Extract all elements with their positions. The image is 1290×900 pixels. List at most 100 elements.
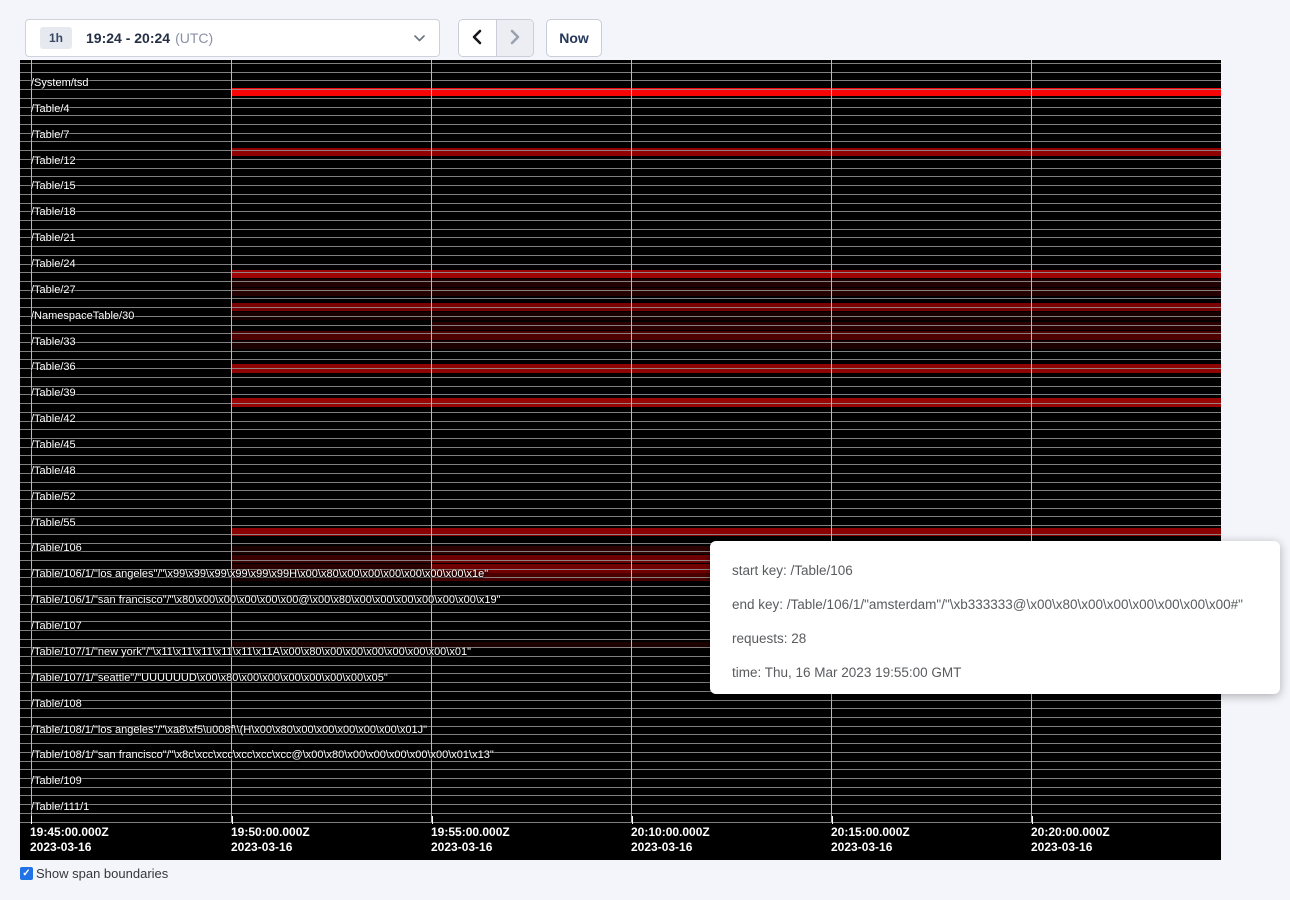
time-bucket-line <box>631 60 632 822</box>
chevron-down-icon <box>414 35 425 42</box>
heat-band <box>231 555 431 563</box>
time-bucket-line <box>231 60 232 822</box>
span-boundary-label: /Table/27 <box>31 284 76 296</box>
time-bucket-line <box>831 60 832 822</box>
span-boundary-line <box>20 194 1221 195</box>
tooltip-requests: requests: 28 <box>732 622 1258 656</box>
x-axis-tick: 19:45:00.000Z2023-03-16 <box>30 825 109 855</box>
span-boundary-line <box>20 359 1221 360</box>
span-boundary-label: /Table/42 <box>31 413 76 425</box>
span-boundary-line <box>20 464 1221 465</box>
show-span-boundaries-toggle: ✓ Show span boundaries <box>20 866 168 881</box>
span-boundary-line <box>20 421 1221 422</box>
span-boundary-line <box>20 473 1221 474</box>
span-boundary-line <box>20 133 1221 134</box>
span-boundary-label: /Table/107/1/"seattle"/"UUUUUUD\x00\x80\… <box>31 672 388 684</box>
span-boundary-line <box>20 787 1221 788</box>
span-boundary-label: /Table/4 <box>31 103 70 115</box>
span-boundary-line <box>20 534 1221 535</box>
span-boundary-line <box>20 804 1221 805</box>
time-range-selector[interactable]: 1h 19:24 - 20:24 (UTC) <box>25 19 440 57</box>
x-axis-tick-mark <box>432 816 433 824</box>
span-boundary-label: /Table/108/1/"los angeles"/"\xa8\xf5\u00… <box>31 724 427 736</box>
span-boundary-line <box>20 499 1221 500</box>
span-boundary-label: /Table/15 <box>31 180 76 192</box>
next-time-button[interactable] <box>497 20 534 56</box>
span-boundary-line <box>20 717 1221 718</box>
span-boundary-line <box>20 229 1221 230</box>
span-boundary-label: /Table/106/1/"los angeles"/"\x99\x99\x99… <box>31 568 488 580</box>
heat-band <box>431 322 1221 330</box>
span-boundary-label: /Table/106 <box>31 542 82 554</box>
span-boundary-line <box>20 63 1221 64</box>
span-boundary-line <box>20 237 1221 238</box>
span-boundary-label: /Table/107/1/"new york"/"\x11\x11\x11\x1… <box>31 646 471 658</box>
tooltip: start key: /Table/106 end key: /Table/10… <box>710 541 1280 694</box>
span-boundary-line <box>20 220 1221 221</box>
range-timezone: (UTC) <box>175 30 213 46</box>
span-boundary-label: /Table/18 <box>31 206 76 218</box>
span-boundary-line <box>20 508 1221 509</box>
span-boundary-line <box>20 708 1221 709</box>
span-boundary-line <box>20 298 1221 299</box>
span-boundary-line <box>20 813 1221 814</box>
span-boundary-label: /Table/36 <box>31 361 76 373</box>
span-boundary-line <box>20 115 1221 116</box>
span-boundary-label: /Table/106/1/"san francisco"/"\x80\x00\x… <box>31 594 501 606</box>
x-axis-tick: 19:55:00.000Z2023-03-16 <box>431 825 510 855</box>
span-boundary-line <box>20 98 1221 99</box>
span-boundary-label: /Table/24 <box>31 258 76 270</box>
range-duration-badge: 1h <box>40 27 72 49</box>
x-axis-tick: 20:15:00.000Z2023-03-16 <box>831 825 910 855</box>
show-span-boundaries-checkbox[interactable]: ✓ <box>20 867 33 880</box>
span-boundary-line <box>20 290 1221 291</box>
span-boundary-line <box>20 150 1221 151</box>
span-boundary-label: /Table/108/1/"san francisco"/"\x8c\xcc\x… <box>31 749 494 761</box>
span-boundary-line <box>20 211 1221 212</box>
span-boundary-label: /Table/108 <box>31 698 82 710</box>
span-boundary-line <box>20 447 1221 448</box>
tooltip-end-key: end key: /Table/106/1/"amsterdam"/"\xb33… <box>732 588 1258 622</box>
span-boundary-line <box>20 141 1221 142</box>
span-boundary-line <box>20 795 1221 796</box>
span-boundary-line <box>20 403 1221 404</box>
chevron-left-icon <box>471 29 483 48</box>
check-icon: ✓ <box>22 869 30 879</box>
span-boundary-line <box>20 159 1221 160</box>
span-boundary-line <box>20 700 1221 701</box>
span-boundary-label: /Table/12 <box>31 155 76 167</box>
span-boundary-line <box>20 333 1221 334</box>
span-boundary-line <box>20 386 1221 387</box>
span-boundary-label: /Table/39 <box>31 387 76 399</box>
span-boundary-label: /Table/111/1 <box>31 801 89 813</box>
span-boundary-label: /NamespaceTable/30 <box>31 310 134 322</box>
span-boundary-line <box>20 255 1221 256</box>
tooltip-start-key: start key: /Table/106 <box>732 554 1258 588</box>
span-boundary-label: /Table/45 <box>31 439 76 451</box>
x-axis-tick-mark <box>632 816 633 824</box>
range-text: 19:24 - 20:24 <box>86 30 170 46</box>
span-boundary-line <box>20 107 1221 108</box>
span-boundary-line <box>20 246 1221 247</box>
key-visualizer-canvas[interactable]: /System/tsd/Table/4/Table/7/Table/12/Tab… <box>20 60 1221 860</box>
prev-time-button[interactable] <box>459 20 496 56</box>
span-boundary-label: /Table/7 <box>31 129 70 141</box>
span-boundary-line <box>20 769 1221 770</box>
span-boundary-label: /Table/55 <box>31 517 76 529</box>
span-boundary-line <box>20 822 1221 823</box>
now-button[interactable]: Now <box>546 19 602 57</box>
span-boundary-line <box>20 394 1221 395</box>
span-boundary-label: /Table/109 <box>31 775 82 787</box>
tooltip-time: time: Thu, 16 Mar 2023 19:55:00 GMT <box>732 656 1258 690</box>
span-boundary-line <box>20 377 1221 378</box>
span-boundary-line <box>20 482 1221 483</box>
span-boundary-line <box>20 351 1221 352</box>
span-boundary-line <box>20 124 1221 125</box>
span-boundary-line <box>20 438 1221 439</box>
span-boundary-line <box>20 281 1221 282</box>
span-boundary-label: /Table/52 <box>31 491 76 503</box>
span-boundary-label: /Table/48 <box>31 465 76 477</box>
span-boundary-line <box>20 516 1221 517</box>
x-axis-tick-mark <box>232 816 233 824</box>
heat-band <box>231 546 431 554</box>
